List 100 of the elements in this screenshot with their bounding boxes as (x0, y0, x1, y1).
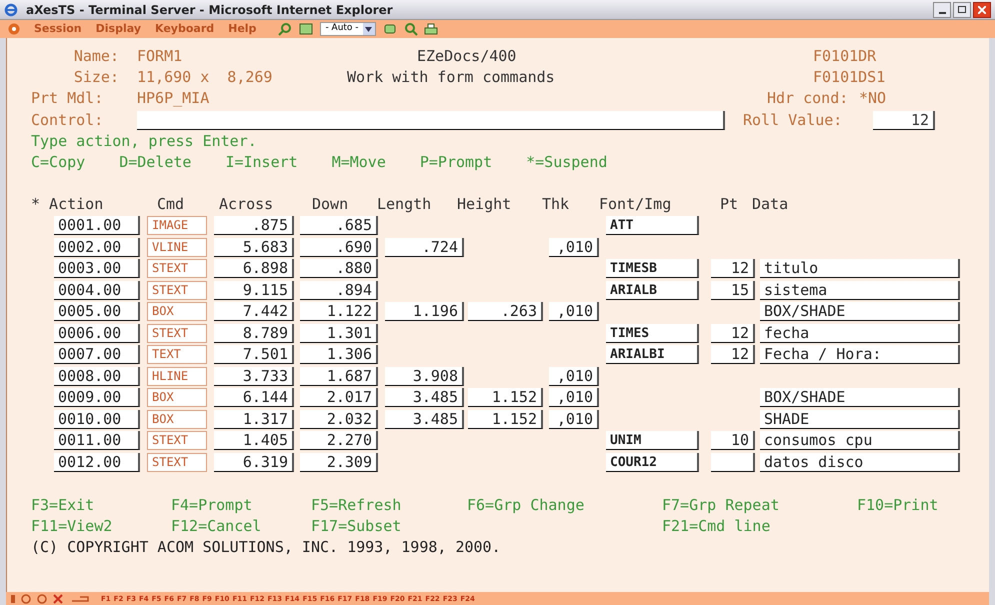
command-field[interactable]: BOX (147, 410, 207, 429)
pt-field[interactable]: 10 (711, 431, 755, 450)
data-field[interactable]: fecha (760, 324, 960, 343)
font-field[interactable]: ARIALB (606, 280, 699, 300)
command-field[interactable]: TEXT (147, 345, 207, 364)
fullscreen-icon[interactable] (298, 22, 314, 36)
pt-field[interactable]: 12 (711, 259, 755, 278)
action-field[interactable]: 0006.00 (54, 324, 140, 343)
action-field[interactable]: 0005.00 (54, 302, 140, 322)
across-field[interactable]: 6.319 (214, 452, 294, 472)
move-icon[interactable] (382, 22, 398, 36)
font-field[interactable]: TIMESB (606, 259, 699, 278)
thk-field[interactable]: ,010 (549, 410, 599, 429)
command-field[interactable]: STEXT (147, 259, 207, 278)
app-logo-icon (8, 23, 20, 35)
printer-icon[interactable] (424, 22, 438, 36)
font-field[interactable]: COUR12 (606, 452, 699, 472)
action-field[interactable]: 0012.00 (54, 452, 140, 472)
font-field[interactable]: TIMES (606, 324, 699, 343)
across-field[interactable]: 7.442 (214, 302, 294, 322)
action-field[interactable]: 0007.00 (54, 345, 140, 364)
length-field[interactable]: 1.196 (385, 302, 464, 322)
pt-field[interactable]: 12 (711, 324, 755, 343)
roll-value-field[interactable]: 12 (873, 110, 935, 130)
command-field[interactable]: BOX (147, 302, 207, 322)
across-field[interactable]: 5.683 (214, 238, 294, 257)
down-field[interactable]: 2.017 (300, 388, 378, 408)
across-field[interactable]: 3.733 (214, 366, 294, 386)
action-field[interactable]: 0004.00 (54, 280, 140, 300)
down-field[interactable]: 2.032 (300, 410, 378, 429)
down-field[interactable]: .690 (300, 238, 378, 257)
command-field[interactable]: STEXT (147, 431, 207, 450)
browser-icon (4, 2, 18, 16)
pt-field[interactable]: 15 (711, 280, 755, 300)
data-field[interactable]: sistema (760, 280, 960, 300)
data-field[interactable]: datos disco (760, 452, 960, 472)
length-field[interactable]: 3.908 (385, 366, 464, 386)
thk-field[interactable]: ,010 (549, 366, 599, 386)
down-field[interactable]: .685 (300, 216, 378, 236)
font-field[interactable]: ATT (606, 216, 699, 236)
action-field[interactable]: 0008.00 (54, 366, 140, 386)
close-button[interactable] (973, 2, 991, 18)
zoom-select[interactable]: - Auto - (320, 22, 376, 36)
restore-button[interactable] (953, 2, 971, 18)
across-field[interactable]: 7.501 (214, 345, 294, 364)
across-field[interactable]: 1.317 (214, 410, 294, 429)
function-key-label: F10=Print (857, 495, 938, 516)
control-input[interactable] (137, 110, 725, 130)
down-field[interactable]: 2.270 (300, 431, 378, 450)
action-field[interactable]: 0002.00 (54, 238, 140, 257)
across-field[interactable]: .875 (214, 216, 294, 236)
dropdown-arrow-icon (365, 26, 372, 32)
down-field[interactable]: 1.122 (300, 302, 378, 322)
function-key-label: F12=Cancel (171, 516, 262, 538)
data-field[interactable]: consumos cpu (760, 431, 960, 450)
action-field[interactable]: 0011.00 (54, 431, 140, 450)
thk-field[interactable]: ,010 (549, 302, 599, 322)
height-field[interactable]: 1.152 (468, 388, 543, 408)
minimize-button[interactable] (933, 2, 951, 18)
action-field[interactable]: 0001.00 (54, 216, 140, 236)
data-field[interactable]: Fecha / Hora: (760, 345, 960, 364)
command-field[interactable]: HLINE (147, 366, 207, 386)
data-field[interactable]: BOX/SHADE (760, 302, 960, 322)
font-field[interactable]: UNIM (606, 431, 699, 450)
data-field[interactable]: titulo (760, 259, 960, 278)
height-field[interactable]: 1.152 (468, 410, 543, 429)
length-field[interactable]: 3.485 (385, 410, 464, 429)
height-field[interactable]: .263 (468, 302, 543, 322)
command-field[interactable]: STEXT (147, 452, 207, 472)
action-field[interactable]: 0009.00 (54, 388, 140, 408)
down-field[interactable]: 1.306 (300, 345, 378, 364)
column-header: * Action (31, 194, 104, 215)
across-field[interactable]: 6.144 (214, 388, 294, 408)
thk-field[interactable]: ,010 (549, 388, 599, 408)
length-field[interactable]: 3.485 (385, 388, 464, 408)
across-field[interactable]: 6.898 (214, 259, 294, 278)
data-field[interactable]: SHADE (760, 410, 960, 429)
command-field[interactable]: BOX (147, 388, 207, 408)
command-field[interactable]: STEXT (147, 280, 207, 300)
down-field[interactable]: 2.309 (300, 452, 378, 472)
across-field[interactable]: 9.115 (214, 280, 294, 300)
pt-field[interactable]: 12 (711, 345, 755, 364)
down-field[interactable]: 1.687 (300, 366, 378, 386)
font-field[interactable]: ARIALBI (606, 345, 699, 364)
length-field[interactable]: .724 (385, 238, 464, 257)
data-field[interactable]: BOX/SHADE (760, 388, 960, 408)
command-field[interactable]: STEXT (147, 324, 207, 343)
across-field[interactable]: 1.405 (214, 431, 294, 450)
down-field[interactable]: .894 (300, 280, 378, 300)
command-field[interactable]: IMAGE (147, 216, 207, 236)
action-field[interactable]: 0010.00 (54, 410, 140, 429)
form-name: FORM1 (137, 46, 184, 68)
column-header: Down (311, 194, 350, 215)
pt-field[interactable] (711, 452, 755, 472)
command-field[interactable]: VLINE (147, 238, 207, 257)
thk-field[interactable]: ,010 (549, 238, 599, 257)
down-field[interactable]: 1.301 (300, 324, 378, 343)
down-field[interactable]: .880 (300, 259, 378, 278)
across-field[interactable]: 8.789 (214, 324, 294, 343)
action-field[interactable]: 0003.00 (54, 259, 140, 278)
